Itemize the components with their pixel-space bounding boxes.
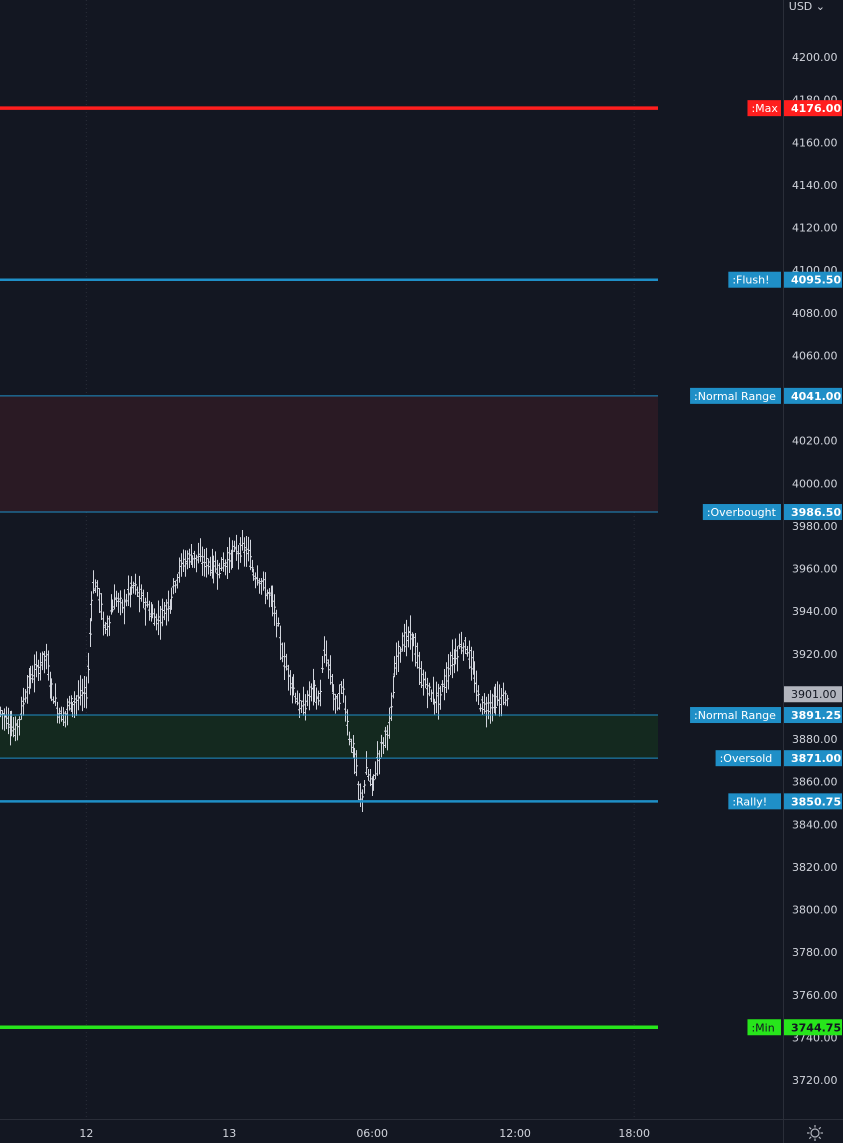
level-label-6: 3850.75 :Rally! — [728, 793, 842, 810]
x-tick-label: 06:00 — [356, 1127, 388, 1140]
level-name-text: :Normal Range — [694, 390, 776, 403]
level-name-text: :Min — [751, 1021, 774, 1034]
y-tick-label: 4140.00 — [792, 179, 838, 192]
level-value-text: 4095.50 — [791, 274, 841, 287]
y-tick-label: 4080.00 — [792, 307, 838, 320]
level-label-1: 4095.50 :Flush! — [728, 271, 842, 288]
y-tick-label: 3840.00 — [792, 818, 838, 831]
level-name-text: :Rally! — [732, 795, 767, 808]
price-chart[interactable]: 3720.003740.003760.003780.003800.003820.… — [0, 0, 843, 1143]
y-tick-label: 4020.00 — [792, 435, 838, 448]
level-value-text: 3986.50 — [791, 506, 841, 519]
currency-selector[interactable]: USD ⌄ — [789, 0, 825, 13]
x-tick-label: 13 — [222, 1127, 236, 1140]
level-name-text: :Max — [751, 102, 778, 115]
currency-label: USD — [788, 0, 813, 13]
y-tick-label: 4200.00 — [792, 51, 838, 64]
y-tick-label: 3960.00 — [792, 563, 838, 576]
level-value-text: 3871.00 — [791, 752, 841, 765]
zone-oversold-1 — [0, 715, 658, 759]
y-tick-label: 4000.00 — [792, 477, 838, 490]
level-label-4: 3891.25 :Normal Range — [690, 707, 842, 724]
gear-icon[interactable] — [806, 1124, 824, 1142]
chevron-down-icon: ⌄ — [815, 0, 825, 13]
level-name-text: :Overbought — [707, 506, 777, 519]
level-label-3: 3986.50 :Overbought — [702, 504, 842, 521]
level-name-text: :Normal Range — [694, 709, 776, 722]
y-tick-label: 4160.00 — [792, 136, 838, 149]
zone-overbought-0 — [0, 395, 658, 513]
y-tick-label: 3780.00 — [792, 946, 838, 959]
y-tick-label: 4060.00 — [792, 349, 838, 362]
level-value-text: 3891.25 — [791, 709, 841, 722]
level-value-text: 3744.75 — [791, 1021, 841, 1034]
chart-root: 3720.00 3740.00 3760.00 3780.00 3800.00 3820.… — [0, 0, 843, 1143]
x-tick-label: 12:00 — [499, 1127, 531, 1140]
y-tick-label: 3860.00 — [792, 776, 838, 789]
level-label-0: 4176.00 :Max — [747, 100, 842, 117]
y-tick-label: 3920.00 — [792, 648, 838, 661]
level-value-text: 4176.00 — [791, 102, 841, 115]
y-tick-label: 3940.00 — [792, 605, 838, 618]
y-tick-label: 3880.00 — [792, 733, 838, 746]
level-value-text: 3850.75 — [791, 795, 841, 808]
chart-background — [0, 0, 843, 1143]
y-tick-label: 4120.00 — [792, 222, 838, 235]
last-price-text: 3901.00 — [791, 688, 837, 701]
level-value-text: 4041.00 — [791, 390, 841, 403]
level-label-2: 4041.00 :Normal Range — [690, 387, 842, 404]
level-name-text: :Flush! — [732, 274, 769, 287]
y-tick-label: 3720.00 — [792, 1074, 838, 1087]
y-tick-label: 3820.00 — [792, 861, 838, 874]
y-tick-label: 3980.00 — [792, 520, 838, 533]
x-tick-label: 12 — [79, 1127, 93, 1140]
level-label-7: 3744.75 :Min — [747, 1019, 842, 1036]
x-tick-label: 18:00 — [618, 1127, 650, 1140]
level-label-5: 3871.00 :Oversold — [715, 750, 842, 767]
level-name-text: :Oversold — [720, 752, 773, 765]
y-tick-label: 3760.00 — [792, 989, 838, 1002]
y-tick-label: 3800.00 — [792, 904, 838, 917]
